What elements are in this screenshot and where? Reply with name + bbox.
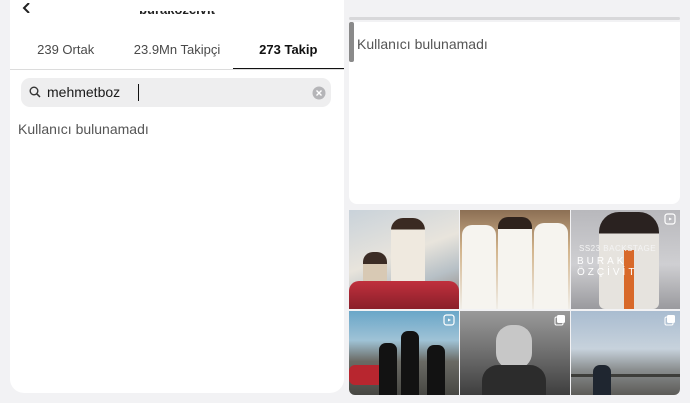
post-caption-line2: BURAK ÖZÇİVİT bbox=[577, 256, 638, 278]
tab-mutual[interactable]: 239 Ortak bbox=[10, 30, 121, 70]
overlay-edge bbox=[349, 17, 680, 20]
search-icon bbox=[29, 86, 41, 98]
following-panel: burakozcivit 239 Ortak 23.9Mn Takipçi 27… bbox=[10, 0, 344, 393]
post-thumbnail[interactable] bbox=[460, 210, 570, 309]
no-user-found-message-secondary: Kullanıcı bulunamadı bbox=[357, 36, 488, 52]
photo-figure bbox=[498, 217, 532, 309]
tab-following[interactable]: 273 Takip bbox=[232, 30, 344, 70]
post-thumbnail[interactable] bbox=[460, 311, 570, 395]
photo-figure bbox=[401, 331, 419, 395]
photo-railing bbox=[571, 374, 680, 377]
clear-search-icon[interactable] bbox=[312, 86, 326, 100]
follow-tabs: 239 Ortak 23.9Mn Takipçi 273 Takip bbox=[10, 30, 344, 70]
photo-figure bbox=[534, 223, 568, 309]
no-user-found-message: Kullanıcı bulunamadı bbox=[18, 121, 149, 137]
reels-icon bbox=[443, 314, 455, 326]
tab-followers[interactable]: 23.9Mn Takipçi bbox=[121, 30, 232, 70]
carousel-icon bbox=[554, 315, 565, 326]
post-thumbnail[interactable] bbox=[571, 311, 680, 395]
tabs-divider bbox=[10, 69, 344, 70]
post-caption-line1: SS23 BACKSTAGE bbox=[579, 244, 657, 253]
search-input[interactable] bbox=[47, 81, 297, 103]
photo-figure bbox=[462, 225, 496, 309]
photo-face bbox=[496, 325, 532, 369]
reels-icon bbox=[664, 213, 676, 225]
profile-username: burakozcivit bbox=[139, 2, 215, 17]
search-box[interactable] bbox=[21, 78, 331, 107]
carousel-icon bbox=[664, 315, 675, 326]
post-thumbnail[interactable] bbox=[349, 311, 459, 395]
header-bar: burakozcivit bbox=[10, 0, 344, 22]
scrollbar-thumb[interactable] bbox=[349, 22, 354, 62]
post-thumbnail[interactable]: SS23 BACKSTAGE BURAK ÖZÇİVİT bbox=[571, 210, 680, 309]
posts-grid: SS23 BACKSTAGE BURAK ÖZÇİVİT bbox=[349, 210, 680, 395]
photo-figure bbox=[593, 365, 611, 395]
photo-figure bbox=[427, 345, 445, 395]
photo-figure bbox=[482, 365, 546, 395]
post-thumbnail[interactable] bbox=[349, 210, 459, 309]
photo-car bbox=[349, 281, 459, 309]
photo-figure bbox=[379, 343, 397, 395]
text-caret bbox=[138, 84, 139, 101]
